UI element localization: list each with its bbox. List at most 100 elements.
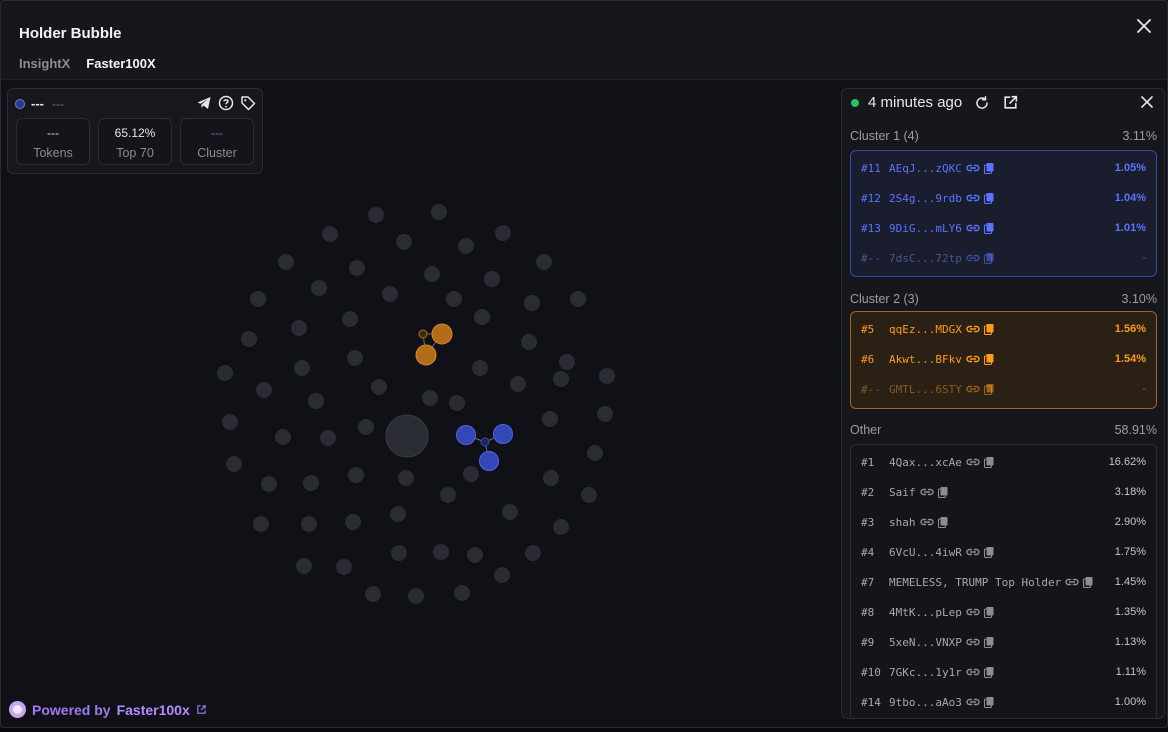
- holder-bubble[interactable]: [226, 456, 242, 472]
- holder-bubble[interactable]: [348, 467, 364, 483]
- holder-bubble[interactable]: [454, 585, 470, 601]
- copy-icon[interactable]: [983, 383, 996, 396]
- holder-address[interactable]: GMTL...6STY: [889, 383, 962, 396]
- link-icon[interactable]: [966, 162, 980, 174]
- holder-bubble[interactable]: [536, 254, 552, 270]
- holder-bubble[interactable]: [261, 476, 277, 492]
- holder-row[interactable]: #12 2S4g...9rdb 1.04%: [851, 183, 1156, 213]
- holder-address[interactable]: qqEz...MDGX: [889, 323, 962, 336]
- holder-address[interactable]: AEqJ...zQKC: [889, 162, 962, 175]
- holder-bubble[interactable]: [458, 238, 474, 254]
- holder-bubble[interactable]: [301, 516, 317, 532]
- holder-bubble[interactable]: [543, 470, 559, 486]
- link-icon[interactable]: [919, 516, 934, 528]
- holder-bubble[interactable]: [449, 395, 465, 411]
- holder-address[interactable]: 2S4g...9rdb: [889, 192, 962, 205]
- holder-bubble[interactable]: [542, 411, 558, 427]
- top-holder-bubble[interactable]: [385, 414, 429, 458]
- holder-row[interactable]: #7 MEMELESS, TRUMP Top Holder 1.45%: [851, 567, 1156, 597]
- holder-bubble[interactable]: [408, 588, 424, 604]
- holder-address[interactable]: 4MtK...pLep: [889, 606, 962, 619]
- link-icon[interactable]: [966, 696, 980, 708]
- link-icon[interactable]: [966, 353, 980, 365]
- link-icon[interactable]: [966, 666, 980, 678]
- holder-bubble[interactable]: [345, 514, 361, 530]
- holder-bubble[interactable]: [311, 280, 327, 296]
- link-icon[interactable]: [1065, 576, 1079, 588]
- holder-bubble[interactable]: [365, 586, 381, 602]
- tab-insightx[interactable]: InsightX: [19, 56, 70, 71]
- holder-bubble[interactable]: [422, 390, 438, 406]
- holder-bubble[interactable]: [472, 360, 488, 376]
- holder-address[interactable]: Saif: [889, 486, 916, 499]
- copy-icon[interactable]: [983, 606, 996, 619]
- holder-row[interactable]: #5 qqEz...MDGX 1.56%: [851, 314, 1156, 344]
- holder-address[interactable]: shah: [889, 516, 916, 529]
- copy-icon[interactable]: [983, 666, 996, 679]
- holder-bubble[interactable]: [275, 429, 291, 445]
- holder-bubble[interactable]: [398, 470, 414, 486]
- bubble-graph[interactable]: [1, 81, 841, 721]
- cluster-2-bubble-small[interactable]: [418, 329, 428, 339]
- holder-bubble[interactable]: [241, 331, 257, 347]
- copy-icon[interactable]: [983, 696, 996, 709]
- holder-address[interactable]: 9tbo...aAo3: [889, 696, 962, 709]
- link-icon[interactable]: [966, 383, 980, 395]
- holder-bubble[interactable]: [308, 393, 324, 409]
- holder-bubble[interactable]: [467, 547, 483, 563]
- holder-bubble[interactable]: [347, 350, 363, 366]
- copy-icon[interactable]: [983, 162, 996, 175]
- link-icon[interactable]: [966, 546, 980, 558]
- holder-bubble[interactable]: [463, 466, 479, 482]
- holder-bubble[interactable]: [320, 430, 336, 446]
- copy-icon[interactable]: [983, 456, 996, 469]
- holder-bubble[interactable]: [222, 414, 238, 430]
- holder-bubble[interactable]: [510, 376, 526, 392]
- holder-bubble[interactable]: [495, 225, 511, 241]
- holder-row[interactable]: #14 9tbo...aAo3 1.00%: [851, 687, 1156, 717]
- holder-bubble[interactable]: [597, 406, 613, 422]
- copy-icon[interactable]: [983, 323, 996, 336]
- holder-bubble[interactable]: [524, 295, 540, 311]
- holder-address[interactable]: 4Qax...xcAe: [889, 456, 962, 469]
- copy-icon[interactable]: [1082, 576, 1095, 589]
- holder-bubble[interactable]: [278, 254, 294, 270]
- holder-row[interactable]: #-- 7dsC...72tp -: [851, 243, 1156, 273]
- cluster-1-bubble-small[interactable]: [480, 437, 490, 447]
- cluster-2-bubble[interactable]: [415, 344, 437, 366]
- open-external-icon[interactable]: [1002, 94, 1019, 111]
- holder-bubble[interactable]: [424, 266, 440, 282]
- copy-icon[interactable]: [983, 353, 996, 366]
- holder-bubble[interactable]: [250, 291, 266, 307]
- panel-close-icon[interactable]: [1140, 95, 1154, 109]
- holder-bubble[interactable]: [484, 271, 500, 287]
- link-icon[interactable]: [966, 636, 980, 648]
- holder-bubble[interactable]: [391, 545, 407, 561]
- holder-bubble[interactable]: [553, 371, 569, 387]
- holder-row[interactable]: #1 4Qax...xcAe 16.62%: [851, 447, 1156, 477]
- copy-icon[interactable]: [937, 516, 950, 529]
- holder-bubble[interactable]: [502, 504, 518, 520]
- holder-bubble[interactable]: [474, 309, 490, 325]
- holder-row[interactable]: #4 6VcU...4iwR 1.75%: [851, 537, 1156, 567]
- link-icon[interactable]: [966, 192, 980, 204]
- holder-address[interactable]: Akwt...BFkv: [889, 353, 962, 366]
- holder-address[interactable]: 6VcU...4iwR: [889, 546, 962, 559]
- holder-row[interactable]: #6 Akwt...BFkv 1.54%: [851, 344, 1156, 374]
- copy-icon[interactable]: [983, 546, 996, 559]
- link-icon[interactable]: [966, 606, 980, 618]
- holder-bubble[interactable]: [559, 354, 575, 370]
- holder-row[interactable]: #2 Saif 3.18%: [851, 477, 1156, 507]
- link-icon[interactable]: [966, 252, 980, 264]
- holder-bubble[interactable]: [570, 291, 586, 307]
- holder-row[interactable]: #13 9DiG...mLY6 1.01%: [851, 213, 1156, 243]
- tab-faster100x[interactable]: Faster100X: [86, 56, 155, 71]
- holder-bubble[interactable]: [390, 506, 406, 522]
- cluster-1-bubble[interactable]: [456, 425, 476, 445]
- powered-by-link[interactable]: Powered by Faster100x: [9, 701, 207, 718]
- holder-bubble[interactable]: [349, 260, 365, 276]
- holder-address[interactable]: 7dsC...72tp: [889, 252, 962, 265]
- copy-icon[interactable]: [983, 252, 996, 265]
- cluster-2-bubble[interactable]: [431, 323, 453, 345]
- holder-bubble[interactable]: [368, 207, 384, 223]
